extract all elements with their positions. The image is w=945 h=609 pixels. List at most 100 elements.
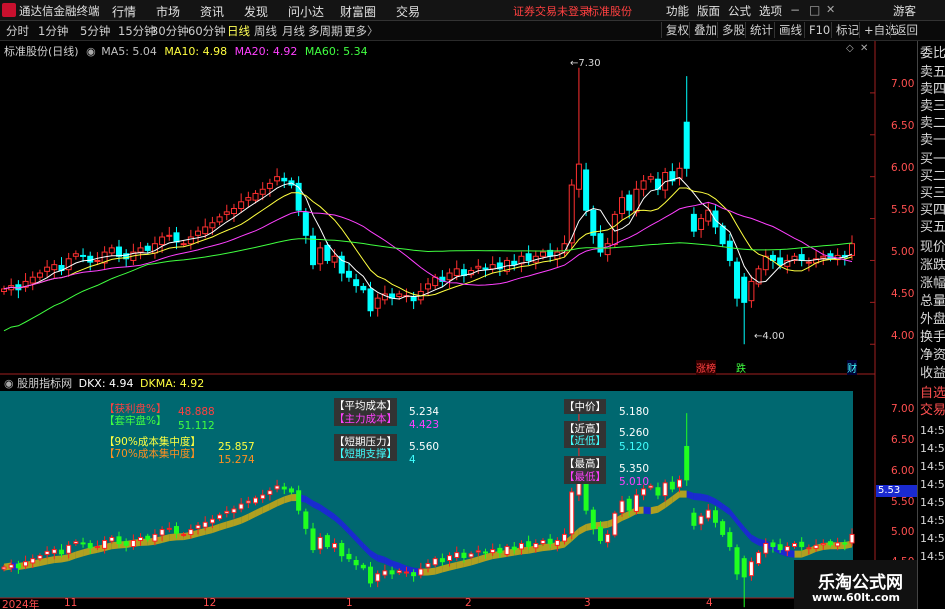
menu-ask[interactable]: 问小达 [288, 3, 324, 20]
menu-discover[interactable]: 发现 [244, 3, 268, 20]
side-item-bid4[interactable]: 买四 [920, 204, 945, 217]
sub-candle-body [475, 550, 481, 553]
sub-candle-body [547, 538, 553, 545]
sub-candle-body [324, 535, 330, 548]
menu-trade[interactable]: 交易 [396, 3, 420, 20]
menu-wealth-circle[interactable]: 财富圈 [340, 3, 376, 20]
sub-candle-body [368, 566, 374, 584]
side-item-bid3[interactable]: 买三 [920, 187, 945, 200]
tab-weekly[interactable]: 周线 [254, 23, 277, 39]
side-tab-trade[interactable]: 交易 [920, 404, 945, 417]
more-chevron-icon[interactable]: 〉 [367, 23, 379, 39]
candle-body [324, 244, 331, 261]
menu-options[interactable]: 选项 [759, 3, 782, 19]
candle-body [453, 268, 460, 277]
sub-candle-body [698, 515, 704, 525]
guest-label[interactable]: 游客 [893, 3, 916, 19]
sub-candle-body [792, 543, 798, 548]
menu-market[interactable]: 市场 [156, 3, 180, 20]
candle-body [245, 197, 252, 201]
tab-intraday[interactable]: 分时 [6, 23, 29, 39]
btn-statistics[interactable]: 统计 [745, 22, 773, 38]
login-notice[interactable]: 证券交易未登录 [513, 3, 590, 19]
close-icon[interactable]: ✕ [826, 3, 835, 16]
menu-layout[interactable]: 版面 [697, 3, 720, 19]
event-marker-limit-up[interactable]: 涨榜 [696, 360, 716, 375]
tab-5min[interactable]: 5分钟 [80, 23, 110, 39]
side-item-change-pct[interactable]: 涨幅 [920, 277, 945, 290]
tab-30min[interactable]: 30分钟 [151, 23, 189, 39]
event-marker-drop[interactable]: 跌 [736, 360, 746, 375]
side-item-bid5[interactable]: 买五 [920, 221, 945, 234]
side-item-ask2[interactable]: 卖二 [920, 117, 945, 130]
btn-draw-line[interactable]: 画线 [774, 22, 802, 38]
event-marker-finance[interactable]: 财 [847, 360, 857, 375]
btn-back[interactable]: 返回 [890, 22, 918, 38]
sub-candle-body [662, 482, 668, 497]
value-average-cost: 5.234 [409, 406, 440, 418]
side-item-ask1[interactable]: 卖一 [920, 134, 945, 147]
maximize-icon[interactable]: □ [809, 3, 820, 17]
sub-candle-body [540, 539, 546, 545]
btn-overlay[interactable]: 叠加 [689, 22, 717, 38]
side-item-ask4[interactable]: 卖四 [920, 83, 945, 96]
tab-1min[interactable]: 1分钟 [38, 23, 68, 39]
tab-multi-period[interactable]: 多周期 [308, 23, 343, 39]
sub-candle-body [231, 508, 237, 514]
tab-60min[interactable]: 60分钟 [188, 23, 226, 39]
side-item-commission-ratio[interactable]: 委比 [920, 47, 945, 60]
candle-body [726, 240, 733, 261]
side-item-volume[interactable]: 总量 [920, 295, 945, 308]
tab-more[interactable]: 更多 [344, 23, 367, 39]
btn-multi-stock[interactable]: 多股 [717, 22, 745, 38]
side-item-ask3[interactable]: 卖三 [920, 100, 945, 113]
menu-function[interactable]: 功能 [666, 3, 689, 19]
sub-candle-body [612, 512, 618, 536]
legend-recent-low: 【近低】 [564, 433, 606, 448]
price-tick: 5.00 [891, 246, 915, 258]
side-item-change[interactable]: 涨跌 [920, 259, 945, 272]
sub-indicator-toggle-icon[interactable]: ◉ [4, 377, 14, 390]
date-tick: 4 [706, 597, 713, 609]
side-item-ask5[interactable]: 卖五 [920, 66, 945, 79]
tab-15min[interactable]: 15分钟 [118, 23, 156, 39]
sub-candle-body [763, 543, 769, 554]
side-item-net-assets[interactable]: 净资 [920, 349, 945, 362]
candle-body [115, 246, 122, 257]
app-logo-icon [2, 3, 16, 17]
cost-band-segment [794, 550, 802, 558]
candle-body [230, 208, 237, 215]
side-item-price[interactable]: 现价 [920, 241, 945, 254]
cost-band-segment [693, 493, 702, 501]
candle-body [374, 297, 381, 309]
menu-quotes[interactable]: 行情 [112, 3, 136, 20]
sub-axis-tick: 5.00 [891, 526, 915, 538]
candle-body [94, 259, 101, 262]
sub-candle-body [375, 573, 381, 582]
candle-body [353, 279, 360, 287]
sub-candle-body [684, 445, 690, 481]
side-item-outer-volume[interactable]: 外盘 [920, 313, 945, 326]
price-tick: 7.00 [891, 78, 915, 90]
side-tab-watchlist[interactable]: 自选 [920, 387, 945, 400]
tab-daily[interactable]: 日线 [227, 23, 250, 39]
chart-area[interactable] [0, 41, 917, 609]
side-item-turnover[interactable]: 换手 [920, 331, 945, 344]
high-price-marker: ←7.30 [570, 58, 601, 69]
btn-restore-rights[interactable]: 复权 [661, 22, 689, 38]
date-tick: 3 [584, 597, 591, 609]
sub-candle-body [166, 527, 172, 530]
menu-formula[interactable]: 公式 [728, 3, 751, 19]
side-item-bid1[interactable]: 买一 [920, 153, 945, 166]
menu-news[interactable]: 资讯 [200, 3, 224, 20]
btn-f10[interactable]: F10 [804, 22, 830, 38]
sub-candle-body [173, 526, 179, 534]
tab-monthly[interactable]: 月线 [282, 23, 305, 39]
minimize-icon[interactable]: − [790, 3, 800, 17]
side-item-earnings[interactable]: 收益 [920, 367, 945, 380]
sub-candle-body [562, 533, 568, 542]
sub-candle-body [597, 526, 603, 541]
sub-candle-body [37, 555, 43, 560]
side-item-bid2[interactable]: 买二 [920, 170, 945, 183]
btn-marker[interactable]: 标记 [831, 22, 859, 38]
